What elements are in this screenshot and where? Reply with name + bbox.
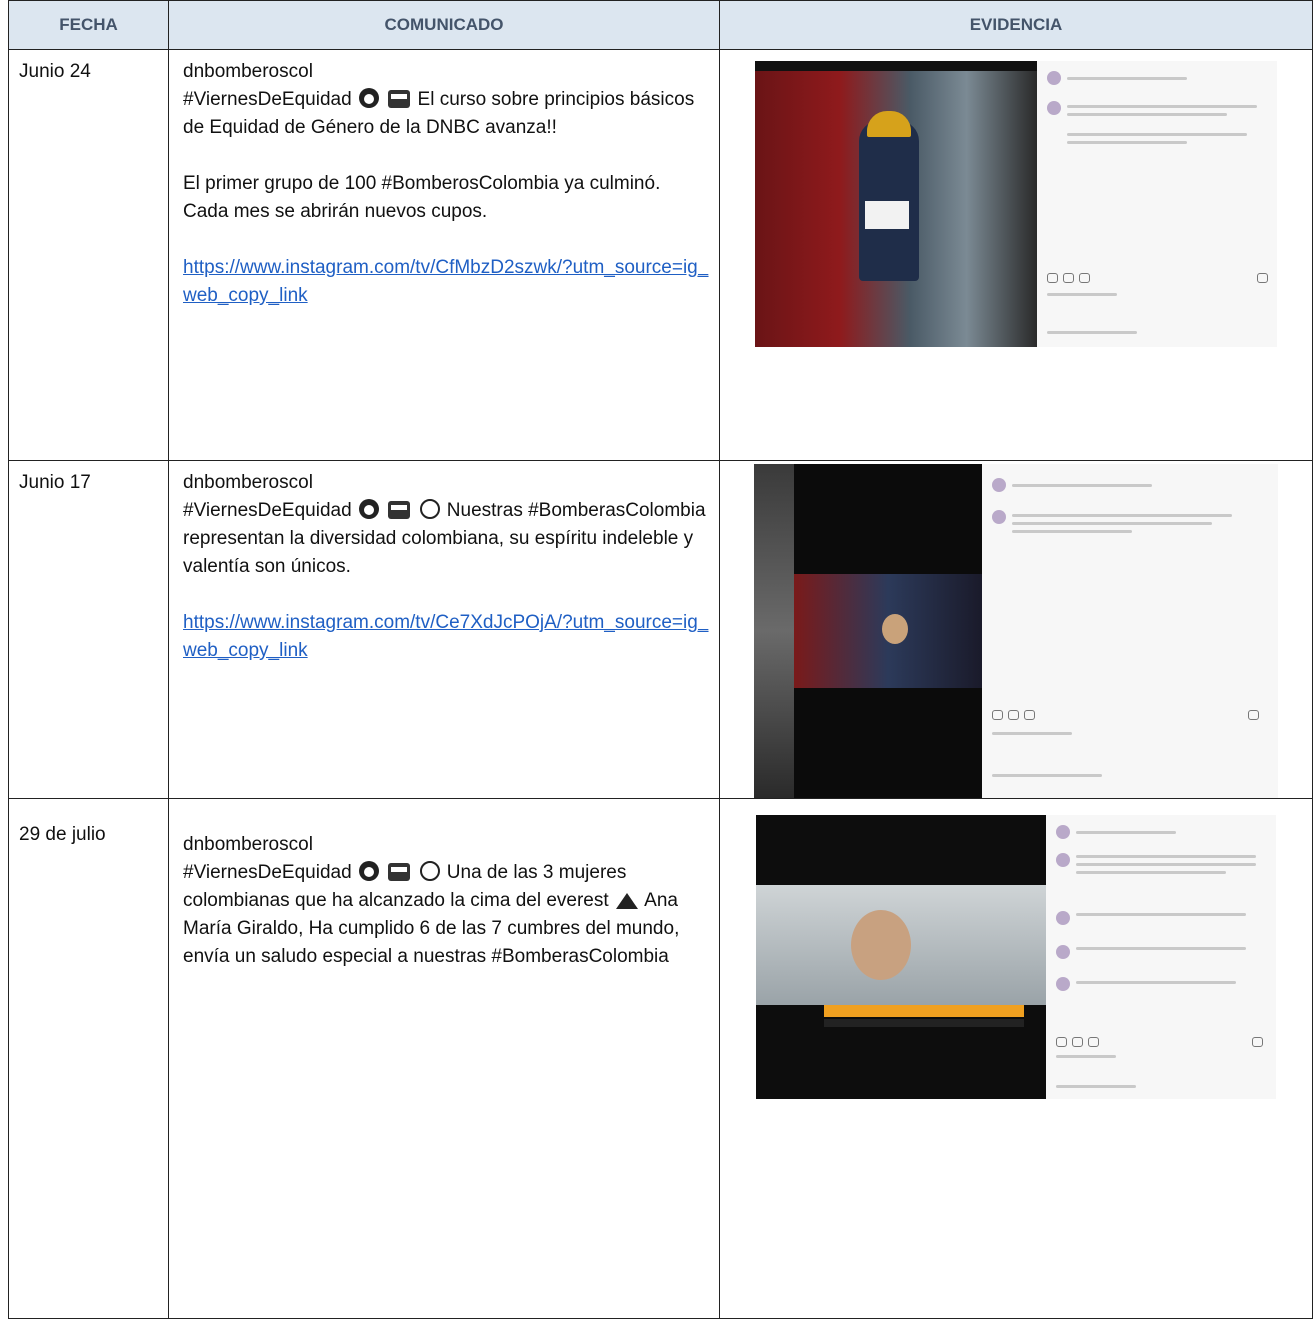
evidence-screenshot: [756, 815, 1276, 1099]
date-text: 29 de julio: [19, 824, 106, 845]
date-text: Junio 17: [19, 472, 91, 493]
message-text: #ViernesDeEquidad El curso sobre princip…: [183, 86, 709, 142]
video-frame: [755, 71, 1037, 347]
evidence-cell: [719, 49, 1313, 461]
instagram-link[interactable]: https://www.instagram.com/tv/CfMbzD2szwk…: [183, 257, 708, 306]
woman-face-icon: [358, 88, 379, 108]
date-text: Junio 24: [19, 61, 91, 82]
fire-truck-icon: [388, 90, 411, 108]
header-fecha: FECHA: [8, 0, 169, 50]
fire-truck-icon: [388, 863, 411, 881]
woman-face-icon: [358, 861, 379, 881]
woman-face-icon: [358, 499, 379, 519]
message-paragraph: El primer grupo de 100 #BomberosColombia…: [183, 173, 661, 222]
date-cell: 29 de julio: [8, 798, 169, 1319]
message-cell: dnbomberoscol #ViernesDeEquidad Una de l…: [168, 798, 720, 1319]
evidence-screenshot: [755, 61, 1277, 347]
mountain-icon: [615, 893, 638, 909]
hashtag: #ViernesDeEquidad: [183, 89, 352, 110]
evidence-screenshot: [754, 464, 1278, 798]
account-name: dnbomberoscol: [183, 61, 313, 82]
table-row: Junio 24 dnbomberoscol #ViernesDeEquidad…: [8, 49, 1313, 461]
header-row: FECHA COMUNICADO EVIDENCIA: [8, 0, 1313, 50]
instagram-panel: [1037, 61, 1277, 347]
evidence-cell: [719, 798, 1313, 1319]
hashtag: #ViernesDeEquidad: [183, 500, 352, 521]
message-text: #ViernesDeEquidad Una de las 3 mujeres c…: [183, 859, 709, 971]
message-text: #ViernesDeEquidad Nuestras #BomberasColo…: [183, 497, 709, 581]
table-row: 29 de julio dnbomberoscol #ViernesDeEqui…: [8, 798, 1313, 1319]
header-evidencia: EVIDENCIA: [719, 0, 1313, 50]
message-cell: dnbomberoscol #ViernesDeEquidad El curso…: [168, 49, 720, 461]
person-climbing-icon: [419, 861, 440, 881]
video-frame: [756, 815, 1046, 1099]
instagram-link[interactable]: https://www.instagram.com/tv/Ce7XdJcPOjA…: [183, 612, 708, 661]
account-name: dnbomberoscol: [183, 834, 313, 855]
date-cell: Junio 24: [8, 49, 169, 461]
instagram-panel: [1046, 815, 1276, 1099]
video-frame: [754, 464, 982, 798]
raised-hands-icon: [419, 499, 440, 519]
table-row: Junio 17 dnbomberoscol #ViernesDeEquidad…: [8, 460, 1313, 799]
account-name: dnbomberoscol: [183, 472, 313, 493]
message-cell: dnbomberoscol #ViernesDeEquidad Nuestras…: [168, 460, 720, 799]
header-comunicado: COMUNICADO: [168, 0, 720, 50]
hashtag: #ViernesDeEquidad: [183, 862, 352, 883]
evidence-table: FECHA COMUNICADO EVIDENCIA Junio 24 dnbo…: [8, 0, 1313, 1319]
date-cell: Junio 17: [8, 460, 169, 799]
fire-truck-icon: [388, 501, 411, 519]
evidence-cell: [719, 460, 1313, 799]
instagram-panel: [982, 464, 1278, 798]
